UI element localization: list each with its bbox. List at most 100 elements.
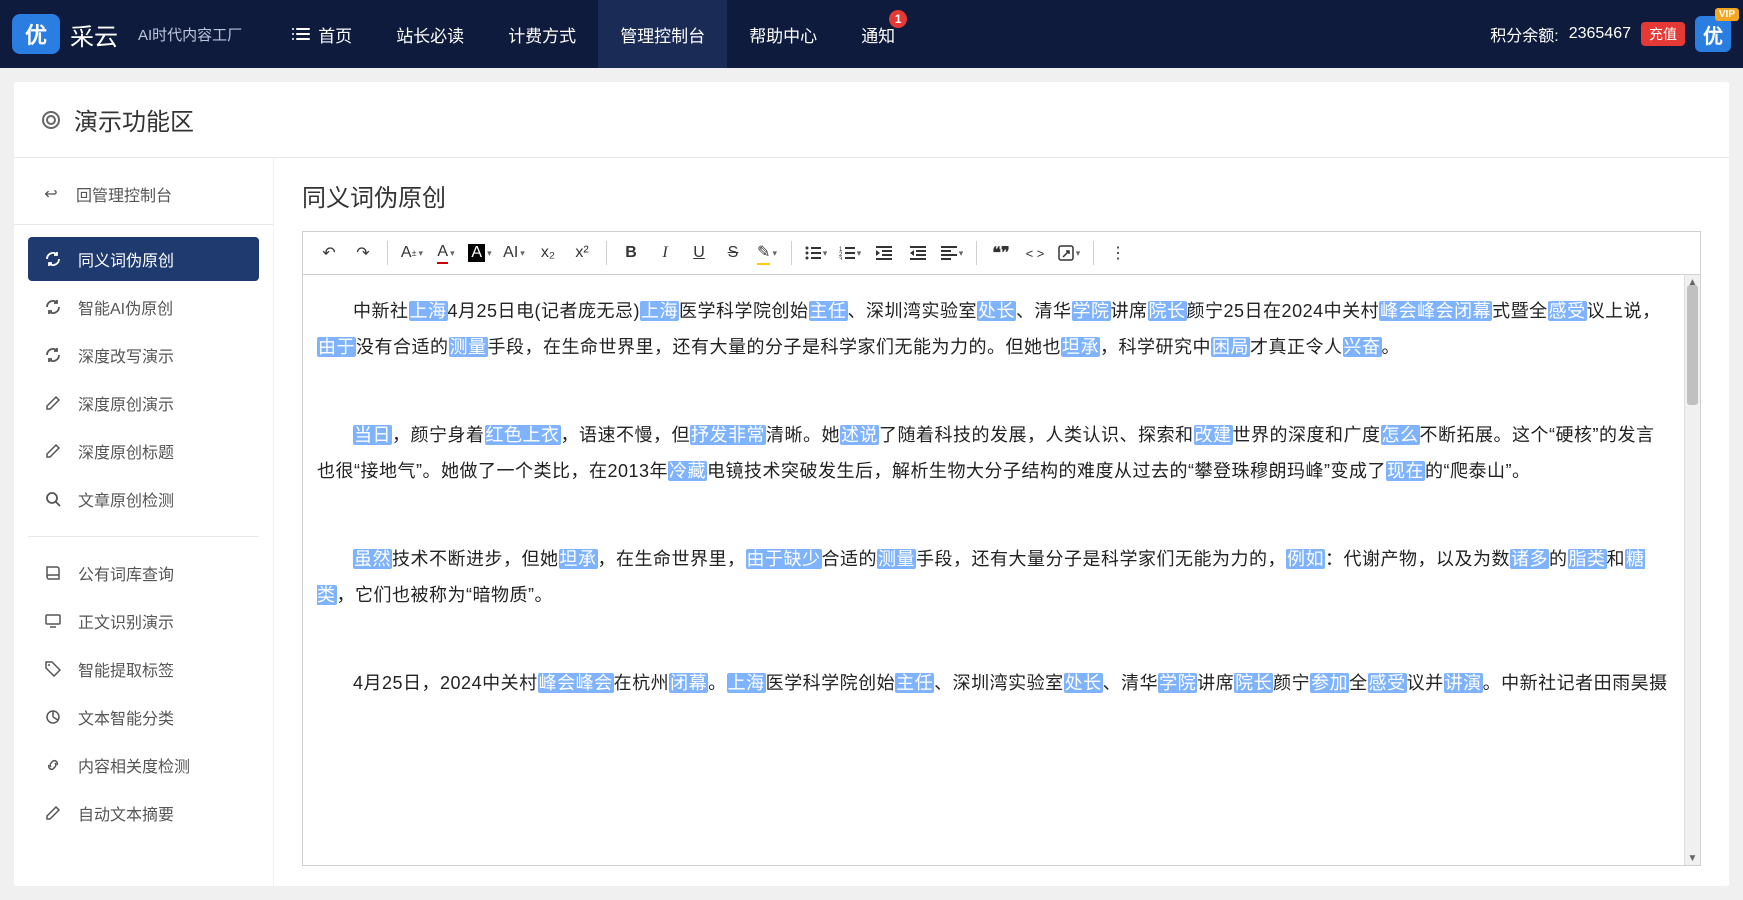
fontsize-button[interactable]: A±	[396, 238, 428, 268]
main-panel: 演示功能区 ↩ 回管理控制台 同义词伪原创智能AI伪原创深度改写演示深度原创演示…	[14, 82, 1729, 886]
sidebar-separator	[28, 527, 259, 537]
nav-pricing[interactable]: 计费方式	[486, 0, 598, 68]
insert-button[interactable]	[1053, 238, 1085, 268]
superscript-button[interactable]: x²	[566, 238, 598, 268]
sidebar-item[interactable]: 文章原创检测	[28, 477, 259, 521]
fontcolor-button[interactable]: A	[430, 238, 462, 268]
sidebar-item[interactable]: 深度原创标题	[28, 429, 259, 473]
plain-text: 、清华	[1103, 673, 1159, 693]
highlighted-text: 测量	[449, 337, 488, 357]
nav-help[interactable]: 帮助中心	[727, 0, 839, 68]
back-to-console[interactable]: ↩ 回管理控制台	[14, 172, 273, 225]
highlighted-text: 讲演	[1444, 673, 1483, 693]
toolbar-separator	[791, 241, 792, 265]
nav-label: 通知	[861, 22, 895, 47]
brand-logo[interactable]: 优 采云 AI时代内容工厂	[12, 14, 242, 54]
highlighted-text: 院长	[1234, 673, 1273, 693]
indent-icon	[910, 246, 926, 260]
more-button[interactable]: ⋮	[1102, 238, 1134, 268]
editor-body[interactable]: 中新社上海4月25日电(记者庞无忌)上海医学科学院创始主任、深圳湾实验室处长、清…	[303, 275, 1684, 865]
bullet-list-button[interactable]	[800, 238, 832, 268]
outdent-button[interactable]	[868, 238, 900, 268]
scroll-down-icon[interactable]: ▼	[1685, 851, 1700, 865]
nav-label: 管理控制台	[620, 22, 705, 47]
edit-icon	[44, 804, 62, 822]
editor-paragraph[interactable]: 虽然技术不断进步，但她坦承，在生命世界里，由于缺少合适的测量手段，还有大量分子是…	[317, 541, 1670, 613]
align-icon	[941, 246, 957, 260]
plain-text: 在杭州	[614, 673, 670, 693]
highlight-button[interactable]: ✎	[751, 238, 783, 268]
nav-home[interactable]: 首页	[272, 0, 374, 68]
highlighted-text: 例如	[1286, 549, 1325, 569]
align-button[interactable]	[936, 238, 968, 268]
sidebar-item[interactable]: 内容相关度检测	[28, 743, 259, 787]
strike-button[interactable]: S	[717, 238, 749, 268]
sidebar-item-label: 智能AI伪原创	[78, 295, 173, 319]
plain-text: 颜宁25日在2024中关村	[1187, 301, 1380, 321]
highlighted-text: 由于	[317, 337, 356, 357]
plain-text: 4月25日，2024中关村	[353, 673, 538, 693]
sidebar-item[interactable]: 智能提取标签	[28, 647, 259, 691]
plain-text: ，科学研究中	[1100, 337, 1211, 357]
panel-title: 演示功能区	[74, 102, 194, 137]
sidebar-item-label: 公有词库查询	[78, 561, 174, 585]
letterspace-button[interactable]: AI	[498, 238, 530, 268]
sidebar-item[interactable]: 正文识别演示	[28, 599, 259, 643]
plain-text: 手段，还有大量分子是科学家们无能为力的，	[916, 549, 1286, 569]
search-icon	[44, 490, 62, 508]
recharge-button[interactable]: 充值	[1641, 22, 1685, 46]
plain-text: 全	[1349, 673, 1368, 693]
highlighted-text: 主任	[809, 301, 848, 321]
nav-mustread[interactable]: 站长必读	[374, 0, 486, 68]
number-list-button[interactable]: 123	[834, 238, 866, 268]
redo-button[interactable]: ↷	[347, 238, 379, 268]
refresh-icon	[44, 346, 62, 364]
undo-button[interactable]: ↶	[313, 238, 345, 268]
logo-mark: 优	[12, 14, 60, 54]
sidebar-item[interactable]: 文本智能分类	[28, 695, 259, 739]
scroll-thumb[interactable]	[1687, 285, 1698, 405]
italic-button[interactable]: I	[649, 238, 681, 268]
indent-button[interactable]	[902, 238, 934, 268]
back-label: 回管理控制台	[76, 182, 172, 206]
sidebar-item[interactable]: 同义词伪原创	[28, 237, 259, 281]
sidebar-item[interactable]: 智能AI伪原创	[28, 285, 259, 329]
sidebar-item[interactable]: 深度原创演示	[28, 381, 259, 425]
sidebar: ↩ 回管理控制台 同义词伪原创智能AI伪原创深度改写演示深度原创演示深度原创标题…	[14, 158, 274, 886]
highlighted-text: 虽然	[353, 549, 392, 569]
highlighted-text: 感受	[1548, 301, 1587, 321]
code-button[interactable]: < >	[1019, 238, 1051, 268]
quote-button[interactable]: ❝❞	[985, 238, 1017, 268]
highlighted-text: 上海	[640, 301, 679, 321]
plain-text: 了随着科技的发展，人类认识、探索和	[879, 425, 1194, 445]
highlighted-text: 上海	[727, 673, 766, 693]
nav-label: 计费方式	[508, 22, 576, 47]
editor-paragraph[interactable]: 中新社上海4月25日电(记者庞无忌)上海医学科学院创始主任、深圳湾实验室处长、清…	[317, 293, 1670, 365]
nav-console[interactable]: 管理控制台	[598, 0, 727, 68]
editor-paragraph[interactable]: 当日，颜宁身着红色上衣，语速不慢，但抒发非常清晰。她述说了随着科技的发展，人类认…	[317, 417, 1670, 489]
sidebar-item-label: 内容相关度检测	[78, 753, 190, 777]
nav-notify[interactable]: 通知 1	[839, 0, 917, 68]
highlighted-text: 由于缺少	[746, 549, 822, 569]
editor-scrollbar[interactable]: ▲ ▼	[1684, 275, 1700, 865]
highlighted-text: 现在	[1386, 461, 1425, 481]
sidebar-item[interactable]: 公有词库查询	[28, 551, 259, 595]
highlighted-text: 红色上衣	[485, 425, 561, 445]
bgcolor-button[interactable]: A	[464, 238, 496, 268]
book-icon	[44, 564, 62, 582]
sidebar-item-label: 文本智能分类	[78, 705, 174, 729]
avatar-box[interactable]: VIP 优	[1695, 16, 1731, 52]
subscript-button[interactable]: x₂	[532, 238, 564, 268]
sidebar-item-label: 深度原创标题	[78, 439, 174, 463]
plain-text: ，颜宁身着	[392, 425, 485, 445]
plain-text: 。	[1382, 337, 1401, 357]
bold-button[interactable]: B	[615, 238, 647, 268]
sidebar-item[interactable]: 自动文本摘要	[28, 791, 259, 835]
nav-label: 站长必读	[396, 22, 464, 47]
highlighted-text: 测量	[877, 549, 916, 569]
blank-line	[317, 373, 1670, 409]
underline-button[interactable]: U	[683, 238, 715, 268]
sidebar-item[interactable]: 深度改写演示	[28, 333, 259, 377]
editor-paragraph[interactable]: 4月25日，2024中关村峰会峰会在杭州闭幕。上海医学科学院创始主任、深圳湾实验…	[317, 665, 1670, 701]
pie-icon	[44, 708, 62, 726]
